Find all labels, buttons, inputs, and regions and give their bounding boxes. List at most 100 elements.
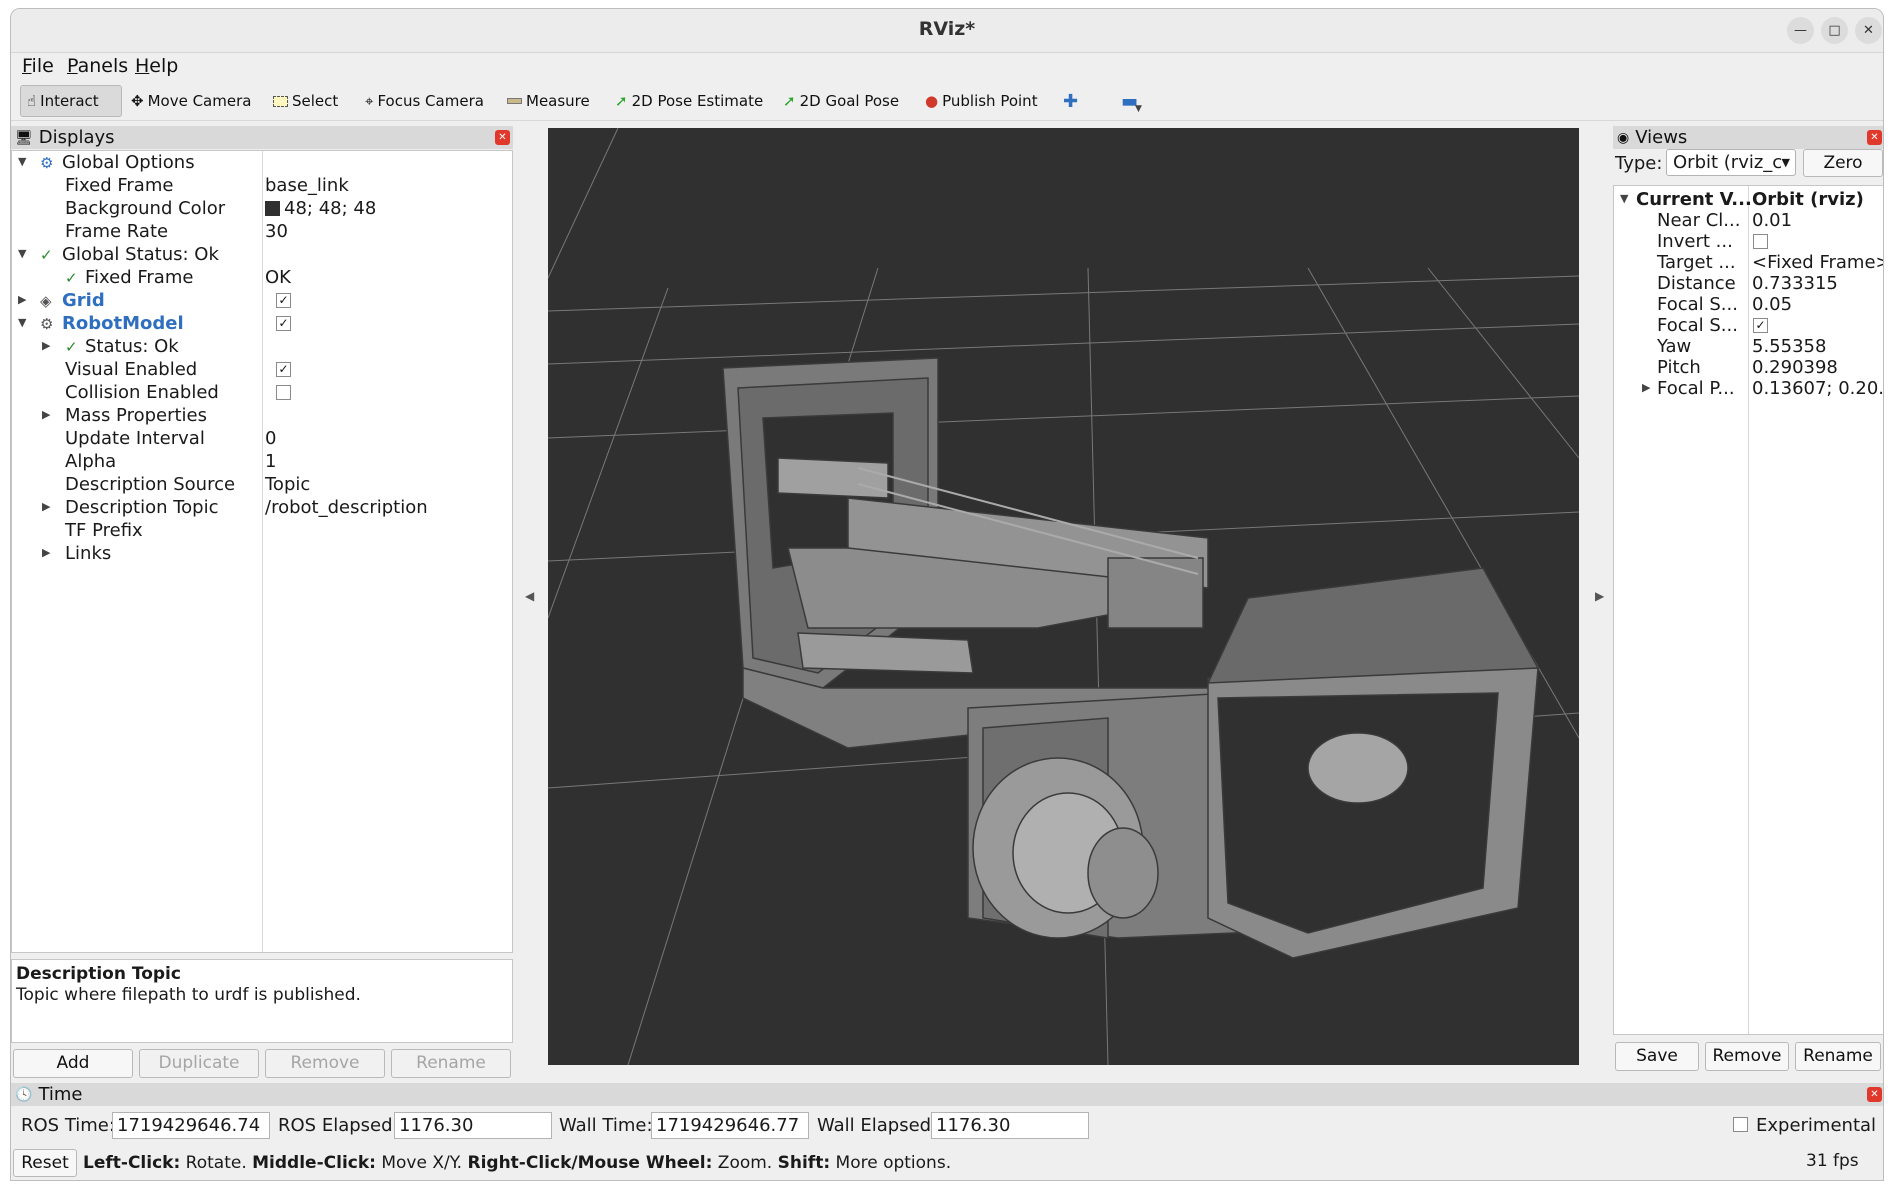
time-close-icon[interactable]: ✕ <box>1867 1087 1882 1102</box>
collapse-arrow-icon[interactable]: ▶ <box>42 500 54 513</box>
global-options-row[interactable]: ▼ ⚙ Global Options <box>12 151 512 174</box>
rename-display-button[interactable]: Rename <box>391 1049 511 1078</box>
view-property-row[interactable]: Invert ... <box>1614 230 1883 253</box>
save-view-button[interactable]: Save <box>1615 1042 1699 1071</box>
view-property-value[interactable]: 0.13607; 0.20... <box>1752 378 1883 399</box>
menu-panels[interactable]: Panels <box>67 55 128 77</box>
invert-z-checkbox[interactable] <box>1753 234 1768 249</box>
minimize-button[interactable]: — <box>1787 17 1814 44</box>
focal-shape-checkbox[interactable]: ✓ <box>1753 318 1768 333</box>
robot-model-row[interactable]: ▼ ⚙ RobotModel ✓ <box>12 312 512 335</box>
rename-view-button[interactable]: Rename <box>1795 1042 1881 1071</box>
close-window-button[interactable]: ✕ <box>1855 17 1882 44</box>
global-status-row[interactable]: ▼ ✓ Global Status: Ok <box>12 243 512 266</box>
wall-time-field[interactable]: 1719429646.77 <box>651 1112 809 1139</box>
reset-button[interactable]: Reset <box>13 1149 77 1177</box>
duplicate-display-button[interactable]: Duplicate <box>139 1049 259 1078</box>
view-property-value[interactable]: 0.05 <box>1752 294 1792 315</box>
views-close-icon[interactable]: ✕ <box>1867 130 1882 145</box>
zero-view-button[interactable]: Zero <box>1803 149 1883 177</box>
goal-pose-tool[interactable]: ➚ 2D Goal Pose <box>783 85 899 117</box>
description-source-row[interactable]: Description Source Topic <box>12 473 512 496</box>
interact-tool[interactable]: ☝ Interact <box>20 85 122 117</box>
collision-enabled-row[interactable]: Collision Enabled <box>12 381 512 404</box>
move-camera-tool[interactable]: ✥ Move Camera <box>131 85 251 117</box>
view-property-value[interactable]: 0.290398 <box>1752 357 1838 378</box>
visual-enabled-row[interactable]: Visual Enabled ✓ <box>12 358 512 381</box>
fixed-frame-row[interactable]: Fixed Frame base_link <box>12 174 512 197</box>
description-topic-row[interactable]: ▶ Description Topic /robot_description <box>12 496 512 519</box>
collapse-arrow-icon[interactable]: ▶ <box>42 408 54 421</box>
expand-arrow-icon[interactable]: ▼ <box>18 155 30 168</box>
fixed-frame-value[interactable]: base_link <box>265 175 349 196</box>
grid-row[interactable]: ▶ ◈ Grid ✓ <box>12 289 512 312</box>
plus-icon[interactable]: ✚ <box>1063 85 1078 117</box>
grid-enabled-checkbox[interactable]: ✓ <box>276 293 291 308</box>
collapse-arrow-icon[interactable]: ▶ <box>1642 381 1654 394</box>
view-property-value[interactable]: <Fixed Frame> <box>1752 252 1883 273</box>
description-topic-value[interactable]: /robot_description <box>265 497 428 518</box>
collapse-left-panel-icon[interactable]: ◀ <box>525 589 534 603</box>
select-tool[interactable]: Select <box>273 85 338 117</box>
view-property-value[interactable]: 5.55358 <box>1752 336 1826 357</box>
view-property-row[interactable]: Focal S... 0.05 <box>1614 293 1883 316</box>
view-property-row[interactable]: ▶ Focal P... 0.13607; 0.20... <box>1614 377 1883 400</box>
remove-display-button[interactable]: Remove <box>265 1049 385 1078</box>
wall-elapsed-field[interactable]: 1176.30 <box>931 1112 1089 1139</box>
links-row[interactable]: ▶ Links <box>12 542 512 565</box>
ros-time-field[interactable]: 1719429646.74 <box>112 1112 270 1139</box>
view-property-value[interactable]: 0.733315 <box>1752 273 1838 294</box>
menu-help[interactable]: Help <box>135 55 178 77</box>
view-property-row[interactable]: Focal S... ✓ <box>1614 314 1883 337</box>
focus-camera-tool[interactable]: ⌖ Focus Camera <box>365 85 484 117</box>
displays-close-icon[interactable]: ✕ <box>495 130 510 145</box>
view-property-row[interactable]: Yaw 5.55358 <box>1614 335 1883 358</box>
view-property-row[interactable]: ▼ Current V... Orbit (rviz) <box>1614 188 1883 211</box>
robot-status-row[interactable]: ▶ ✓ Status: Ok <box>12 335 512 358</box>
fps-counter: 31 fps <box>1806 1151 1859 1171</box>
description-source-value[interactable]: Topic <box>265 474 310 495</box>
visual-enabled-checkbox[interactable]: ✓ <box>276 362 291 377</box>
update-interval-row[interactable]: Update Interval 0 <box>12 427 512 450</box>
add-display-button[interactable]: Add <box>13 1049 133 1078</box>
alpha-row[interactable]: Alpha 1 <box>12 450 512 473</box>
view-property-value[interactable]: Orbit (rviz) <box>1752 189 1864 210</box>
expand-arrow-icon[interactable]: ▼ <box>18 316 30 329</box>
background-color-row[interactable]: Background Color 48; 48; 48 <box>12 197 512 220</box>
tf-prefix-row[interactable]: TF Prefix <box>12 519 512 542</box>
robot-model-enabled-checkbox[interactable]: ✓ <box>276 316 291 331</box>
collapse-arrow-icon[interactable]: ▶ <box>42 546 54 559</box>
view-type-select[interactable]: Orbit (rviz_c ▼ <box>1666 149 1796 176</box>
experimental-checkbox[interactable] <box>1733 1117 1748 1132</box>
view-property-row[interactable]: Distance 0.733315 <box>1614 272 1883 295</box>
right-click-key: Right-Click/Mouse Wheel: <box>467 1153 713 1173</box>
menu-file[interactable]: File <box>22 55 54 77</box>
ros-elapsed-field[interactable]: 1176.30 <box>394 1112 552 1139</box>
view-property-row[interactable]: Target ... <Fixed Frame> <box>1614 251 1883 274</box>
remove-view-button[interactable]: Remove <box>1705 1042 1789 1071</box>
collapse-right-panel-icon[interactable]: ▶ <box>1595 589 1604 603</box>
collapse-arrow-icon[interactable]: ▶ <box>42 339 54 352</box>
maximize-button[interactable]: □ <box>1821 17 1848 44</box>
update-interval-value[interactable]: 0 <box>265 428 276 449</box>
view-property-key: Yaw <box>1657 336 1692 357</box>
status-fixed-frame-row[interactable]: ✓ Fixed Frame OK <box>12 266 512 289</box>
expand-arrow-icon[interactable]: ▼ <box>18 247 30 260</box>
measure-tool[interactable]: Measure <box>507 85 590 117</box>
alpha-value[interactable]: 1 <box>265 451 276 472</box>
view-property-value[interactable]: 0.01 <box>1752 210 1792 231</box>
collapse-arrow-icon[interactable]: ▶ <box>18 293 30 306</box>
render-viewport[interactable] <box>548 128 1579 1065</box>
publish-point-tool[interactable]: ● Publish Point <box>925 85 1038 117</box>
view-property-row[interactable]: Near Cl... 0.01 <box>1614 209 1883 232</box>
frame-rate-value[interactable]: 30 <box>265 221 288 242</box>
background-color-value[interactable]: 48; 48; 48 <box>265 198 376 219</box>
expand-arrow-icon[interactable]: ▼ <box>1620 192 1632 205</box>
toolbar-dropdown-arrow[interactable]: ▼ <box>1135 93 1142 125</box>
collision-enabled-checkbox[interactable] <box>276 385 291 400</box>
pose-estimate-tool[interactable]: ➚ 2D Pose Estimate <box>615 85 763 117</box>
frame-rate-row[interactable]: Frame Rate 30 <box>12 220 512 243</box>
mass-properties-row[interactable]: ▶ Mass Properties <box>12 404 512 427</box>
view-property-row[interactable]: Pitch 0.290398 <box>1614 356 1883 379</box>
checkmark-icon: ✓ <box>40 246 53 264</box>
